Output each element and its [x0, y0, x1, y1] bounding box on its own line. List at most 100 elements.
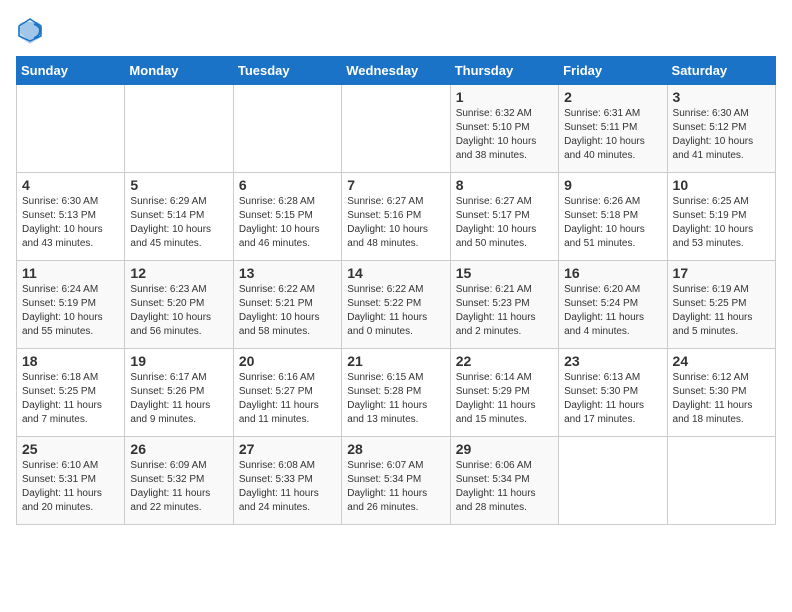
- calendar-cell: 24 Sunrise: 6:12 AM Sunset: 5:30 PM Dayli…: [667, 349, 775, 437]
- day-number: 1: [456, 89, 553, 105]
- logo-icon: [16, 16, 44, 44]
- day-number: 10: [673, 177, 770, 193]
- day-info: Sunrise: 6:20 AM Sunset: 5:24 PM Dayligh…: [564, 283, 661, 339]
- calendar-cell: 5Sunrise: 6:29 AM Sunset: 5:14 PM Daylig…: [125, 173, 233, 261]
- calendar-cell: 15 Sunrise: 6:21 AM Sunset: 5:23 PM Dayli…: [450, 261, 558, 349]
- calendar-cell: 28 Sunrise: 6:07 AM Sunset: 5:34 PM Dayli…: [342, 437, 450, 525]
- day-info: Sunrise: 6:17 AM Sunset: 5:26 PM Dayligh…: [130, 371, 227, 427]
- calendar-cell: 6 Sunrise: 6:28 AM Sunset: 5:15 PM Daylig…: [233, 173, 341, 261]
- day-info: Sunrise: 6:18 AM Sunset: 5:25 PM Dayligh…: [22, 371, 119, 427]
- day-number: 11: [22, 265, 119, 281]
- calendar-cell: 23 Sunrise: 6:13 AM Sunset: 5:30 PM Dayli…: [559, 349, 667, 437]
- day-number: 9: [564, 177, 661, 193]
- calendar-cell: [667, 437, 775, 525]
- calendar-cell: 21Sunrise: 6:15 AM Sunset: 5:28 PM Dayli…: [342, 349, 450, 437]
- day-number: 29: [456, 441, 553, 457]
- calendar-cell: 9 Sunrise: 6:26 AM Sunset: 5:18 PM Daylig…: [559, 173, 667, 261]
- calendar-cell: 19 Sunrise: 6:17 AM Sunset: 5:26 PM Dayli…: [125, 349, 233, 437]
- day-info: Sunrise: 6:22 AM Sunset: 5:22 PM Dayligh…: [347, 283, 444, 339]
- day-number: 8: [456, 177, 553, 193]
- calendar-cell: 13 Sunrise: 6:22 AM Sunset: 5:21 PM Dayli…: [233, 261, 341, 349]
- header-sunday: Sunday: [17, 57, 125, 85]
- day-number: 27: [239, 441, 336, 457]
- calendar-cell: [342, 85, 450, 173]
- header-wednesday: Wednesday: [342, 57, 450, 85]
- day-number: 2: [564, 89, 661, 105]
- day-info: Sunrise: 6:28 AM Sunset: 5:15 PM Dayligh…: [239, 195, 336, 251]
- day-number: 12: [130, 265, 227, 281]
- calendar-cell: 2 Sunrise: 6:31 AM Sunset: 5:11 PM Daylig…: [559, 85, 667, 173]
- week-row-1: 1 Sunrise: 6:32 AM Sunset: 5:10 PM Daylig…: [17, 85, 776, 173]
- calendar-cell: 26Sunrise: 6:09 AM Sunset: 5:32 PM Dayli…: [125, 437, 233, 525]
- day-info: Sunrise: 6:08 AM Sunset: 5:33 PM Dayligh…: [239, 459, 336, 515]
- calendar-cell: 10 Sunrise: 6:25 AM Sunset: 5:19 PM Dayli…: [667, 173, 775, 261]
- day-info: Sunrise: 6:27 AM Sunset: 5:16 PM Dayligh…: [347, 195, 444, 251]
- day-number: 14: [347, 265, 444, 281]
- day-info: Sunrise: 6:30 AM Sunset: 5:13 PM Dayligh…: [22, 195, 119, 251]
- day-info: Sunrise: 6:19 AM Sunset: 5:25 PM Dayligh…: [673, 283, 770, 339]
- day-number: 24: [673, 353, 770, 369]
- day-number: 20: [239, 353, 336, 369]
- calendar-cell: 25Sunrise: 6:10 AM Sunset: 5:31 PM Dayli…: [17, 437, 125, 525]
- calendar-cell: 22 Sunrise: 6:14 AM Sunset: 5:29 PM Dayli…: [450, 349, 558, 437]
- calendar-cell: 18 Sunrise: 6:18 AM Sunset: 5:25 PM Dayli…: [17, 349, 125, 437]
- week-row-3: 11Sunrise: 6:24 AM Sunset: 5:19 PM Dayli…: [17, 261, 776, 349]
- day-info: Sunrise: 6:25 AM Sunset: 5:19 PM Dayligh…: [673, 195, 770, 251]
- header-thursday: Thursday: [450, 57, 558, 85]
- calendar-cell: [17, 85, 125, 173]
- day-info: Sunrise: 6:31 AM Sunset: 5:11 PM Dayligh…: [564, 107, 661, 163]
- day-info: Sunrise: 6:22 AM Sunset: 5:21 PM Dayligh…: [239, 283, 336, 339]
- day-number: 16: [564, 265, 661, 281]
- calendar-cell: 4 Sunrise: 6:30 AM Sunset: 5:13 PM Daylig…: [17, 173, 125, 261]
- day-info: Sunrise: 6:16 AM Sunset: 5:27 PM Dayligh…: [239, 371, 336, 427]
- calendar-cell: 7 Sunrise: 6:27 AM Sunset: 5:16 PM Daylig…: [342, 173, 450, 261]
- calendar-cell: 12 Sunrise: 6:23 AM Sunset: 5:20 PM Dayli…: [125, 261, 233, 349]
- day-number: 21: [347, 353, 444, 369]
- calendar-cell: 27 Sunrise: 6:08 AM Sunset: 5:33 PM Dayli…: [233, 437, 341, 525]
- calendar-cell: 1 Sunrise: 6:32 AM Sunset: 5:10 PM Daylig…: [450, 85, 558, 173]
- day-info: Sunrise: 6:07 AM Sunset: 5:34 PM Dayligh…: [347, 459, 444, 515]
- day-number: 7: [347, 177, 444, 193]
- logo: [16, 16, 48, 44]
- day-info: Sunrise: 6:12 AM Sunset: 5:30 PM Dayligh…: [673, 371, 770, 427]
- day-number: 26: [130, 441, 227, 457]
- day-number: 4: [22, 177, 119, 193]
- header-monday: Monday: [125, 57, 233, 85]
- calendar-cell: 16 Sunrise: 6:20 AM Sunset: 5:24 PM Dayli…: [559, 261, 667, 349]
- header-friday: Friday: [559, 57, 667, 85]
- day-info: Sunrise: 6:32 AM Sunset: 5:10 PM Dayligh…: [456, 107, 553, 163]
- day-info: Sunrise: 6:13 AM Sunset: 5:30 PM Dayligh…: [564, 371, 661, 427]
- day-info: Sunrise: 6:26 AM Sunset: 5:18 PM Dayligh…: [564, 195, 661, 251]
- day-number: 18: [22, 353, 119, 369]
- day-info: Sunrise: 6:10 AM Sunset: 5:31 PM Dayligh…: [22, 459, 119, 515]
- calendar-table: SundayMondayTuesdayWednesdayThursdayFrid…: [16, 56, 776, 525]
- day-number: 15: [456, 265, 553, 281]
- day-info: Sunrise: 6:14 AM Sunset: 5:29 PM Dayligh…: [456, 371, 553, 427]
- calendar-cell: 29Sunrise: 6:06 AM Sunset: 5:34 PM Dayli…: [450, 437, 558, 525]
- calendar-cell: 17Sunrise: 6:19 AM Sunset: 5:25 PM Dayli…: [667, 261, 775, 349]
- calendar-cell: 14 Sunrise: 6:22 AM Sunset: 5:22 PM Dayli…: [342, 261, 450, 349]
- day-info: Sunrise: 6:21 AM Sunset: 5:23 PM Dayligh…: [456, 283, 553, 339]
- day-number: 3: [673, 89, 770, 105]
- week-row-4: 18 Sunrise: 6:18 AM Sunset: 5:25 PM Dayli…: [17, 349, 776, 437]
- day-info: Sunrise: 6:30 AM Sunset: 5:12 PM Dayligh…: [673, 107, 770, 163]
- calendar-cell: 11Sunrise: 6:24 AM Sunset: 5:19 PM Dayli…: [17, 261, 125, 349]
- week-row-2: 4 Sunrise: 6:30 AM Sunset: 5:13 PM Daylig…: [17, 173, 776, 261]
- calendar-cell: [559, 437, 667, 525]
- day-number: 22: [456, 353, 553, 369]
- header-tuesday: Tuesday: [233, 57, 341, 85]
- day-number: 6: [239, 177, 336, 193]
- calendar-cell: [125, 85, 233, 173]
- day-number: 13: [239, 265, 336, 281]
- header-saturday: Saturday: [667, 57, 775, 85]
- day-info: Sunrise: 6:27 AM Sunset: 5:17 PM Dayligh…: [456, 195, 553, 251]
- day-number: 23: [564, 353, 661, 369]
- calendar-cell: 3 Sunrise: 6:30 AM Sunset: 5:12 PM Daylig…: [667, 85, 775, 173]
- header-row: SundayMondayTuesdayWednesdayThursdayFrid…: [17, 57, 776, 85]
- day-number: 28: [347, 441, 444, 457]
- calendar-cell: [233, 85, 341, 173]
- day-number: 19: [130, 353, 227, 369]
- day-info: Sunrise: 6:29 AM Sunset: 5:14 PM Dayligh…: [130, 195, 227, 251]
- calendar-cell: 8 Sunrise: 6:27 AM Sunset: 5:17 PM Daylig…: [450, 173, 558, 261]
- day-info: Sunrise: 6:23 AM Sunset: 5:20 PM Dayligh…: [130, 283, 227, 339]
